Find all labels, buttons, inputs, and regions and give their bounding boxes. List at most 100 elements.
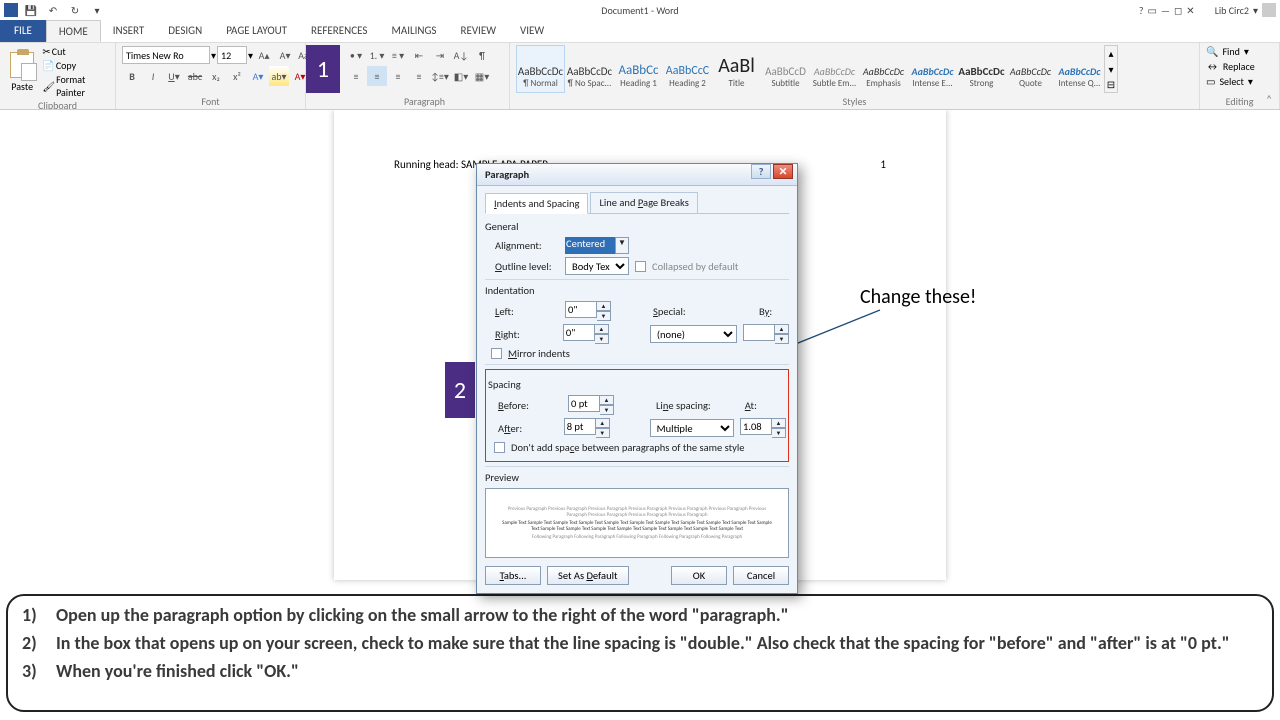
- account-dropdown-icon[interactable]: ▾: [1253, 4, 1258, 17]
- style-emphasis[interactable]: AaBbCcDcEmphasis: [859, 45, 908, 93]
- account-name[interactable]: Lib Circ2: [1215, 4, 1249, 17]
- help-icon[interactable]: ?: [1139, 4, 1144, 17]
- styles-more-icon[interactable]: ⊟: [1105, 77, 1117, 92]
- sort-icon[interactable]: A↓: [451, 45, 471, 65]
- before-input[interactable]: [568, 395, 600, 412]
- style-heading-2[interactable]: AaBbCcCHeading 2: [663, 45, 712, 93]
- font-family-dropdown-icon[interactable]: ▾: [211, 49, 216, 62]
- styles-gallery[interactable]: AaBbCcDc¶ NormalAaBbCcDc¶ No Spac...AaBb…: [516, 45, 1104, 93]
- alignment-dropdown-icon[interactable]: ▼: [615, 237, 629, 254]
- italic-button[interactable]: I: [143, 66, 163, 86]
- qat-dropdown-icon[interactable]: ▾: [88, 1, 106, 19]
- after-label: After:: [498, 422, 558, 435]
- style-quote[interactable]: AaBbCcDcQuote: [1006, 45, 1055, 93]
- style-title[interactable]: AaBlTitle: [712, 45, 761, 93]
- underline-button[interactable]: U▾: [164, 66, 184, 86]
- align-right-icon[interactable]: ≡: [388, 66, 408, 86]
- style--no-spac-[interactable]: AaBbCcDc¶ No Spac...: [565, 45, 614, 93]
- minimize-icon[interactable]: —: [1161, 4, 1170, 17]
- at-input[interactable]: [740, 418, 772, 435]
- style-subtitle[interactable]: AaBbCcDSubtitle: [761, 45, 810, 93]
- dialog-close-icon[interactable]: ✕: [773, 164, 793, 179]
- style--normal[interactable]: AaBbCcDc¶ Normal: [516, 45, 565, 93]
- tab-page-layout[interactable]: PAGE LAYOUT: [214, 20, 299, 42]
- outline-select[interactable]: Body Text: [565, 257, 629, 275]
- style-heading-1[interactable]: AaBbCcHeading 1: [614, 45, 663, 93]
- format-painter-button[interactable]: 🖌 Format Painter: [42, 73, 109, 99]
- mirror-checkbox[interactable]: [491, 348, 502, 359]
- dialog-tab-breaks[interactable]: Line and Page Breaks: [590, 192, 697, 213]
- bullets-icon[interactable]: • ▾: [346, 45, 366, 65]
- find-button[interactable]: 🔍 Find ▾: [1206, 45, 1249, 58]
- maximize-icon[interactable]: ◻: [1174, 4, 1182, 17]
- strike-button[interactable]: abc: [185, 66, 205, 86]
- after-input[interactable]: [564, 418, 596, 435]
- tab-mailings[interactable]: MAILINGS: [379, 20, 448, 42]
- borders-icon[interactable]: ▦▾: [472, 66, 492, 86]
- collapse-ribbon-icon[interactable]: ˄: [1266, 93, 1272, 105]
- no-space-checkbox[interactable]: [494, 442, 505, 453]
- collapsed-checkbox[interactable]: [635, 261, 646, 272]
- tab-references[interactable]: REFERENCES: [299, 20, 379, 42]
- highlight-icon[interactable]: ab▾: [269, 66, 289, 86]
- select-button[interactable]: ▭ Select ▾: [1206, 75, 1253, 88]
- ok-button[interactable]: OK: [671, 566, 727, 585]
- style-strong[interactable]: AaBbCcDcStrong: [957, 45, 1006, 93]
- tab-file[interactable]: FILE: [0, 20, 46, 42]
- line-spacing-select[interactable]: Multiple: [650, 419, 734, 437]
- tab-view[interactable]: VIEW: [508, 20, 556, 42]
- cancel-button[interactable]: Cancel: [733, 566, 789, 585]
- increase-indent-icon[interactable]: ⇥: [430, 45, 450, 65]
- tabs-button[interactable]: Tabs...: [485, 566, 541, 585]
- font-family-select[interactable]: [122, 46, 210, 64]
- justify-icon[interactable]: ≡: [409, 66, 429, 86]
- line-spacing-icon[interactable]: ↕≡▾: [430, 66, 450, 86]
- preview-box: Previous Paragraph Previous Paragraph Pr…: [485, 488, 789, 558]
- special-select[interactable]: (none): [650, 325, 737, 343]
- style-subtle-em-[interactable]: AaBbCcDcSubtle Em...: [810, 45, 859, 93]
- tab-review[interactable]: REVIEW: [448, 20, 508, 42]
- alignment-select[interactable]: Centered: [565, 237, 615, 254]
- spin-up-icon[interactable]: ▲: [597, 301, 611, 311]
- font-size-select[interactable]: [217, 46, 247, 64]
- shading-icon[interactable]: ◧▾: [451, 66, 471, 86]
- dialog-help-icon[interactable]: ?: [751, 164, 771, 179]
- ribbon-display-icon[interactable]: ▭: [1147, 4, 1156, 17]
- tab-insert[interactable]: INSERT: [101, 20, 157, 42]
- show-marks-icon[interactable]: ¶: [472, 45, 492, 65]
- bold-button[interactable]: B: [122, 66, 142, 86]
- tab-home[interactable]: HOME: [46, 20, 101, 42]
- align-left-icon[interactable]: ≡: [346, 66, 366, 86]
- superscript-button[interactable]: x²: [227, 66, 247, 86]
- cut-button[interactable]: ✂ Cut: [42, 45, 109, 58]
- dialog-tab-indents[interactable]: IIndents and Spacingndents and Spacing: [485, 193, 588, 214]
- save-icon[interactable]: 💾: [22, 1, 40, 19]
- style-intense-e-[interactable]: AaBbCcDcIntense E...: [908, 45, 957, 93]
- copy-button[interactable]: 📄 Copy: [42, 59, 109, 72]
- multilevel-icon[interactable]: ≡ ▾: [388, 45, 408, 65]
- by-input[interactable]: [743, 324, 775, 341]
- indent-right-input[interactable]: [563, 324, 595, 341]
- subscript-button[interactable]: x₂: [206, 66, 226, 86]
- styles-scroll-up-icon[interactable]: ▴: [1105, 46, 1117, 61]
- style-intense-q-[interactable]: AaBbCcDcIntense Q...: [1055, 45, 1104, 93]
- paste-button[interactable]: Paste: [6, 45, 38, 93]
- numbering-icon[interactable]: 1. ▾: [367, 45, 387, 65]
- font-size-dropdown-icon[interactable]: ▾: [248, 49, 253, 62]
- avatar-icon[interactable]: [1262, 3, 1276, 17]
- indent-left-input[interactable]: [565, 301, 597, 318]
- align-center-icon[interactable]: ≡: [367, 66, 387, 86]
- replace-button[interactable]: ↔ Replace: [1206, 60, 1255, 73]
- spin-down-icon[interactable]: ▼: [597, 311, 611, 321]
- dialog-title-bar[interactable]: Paragraph ? ✕: [477, 164, 797, 186]
- text-effects-icon[interactable]: A▾: [248, 66, 268, 86]
- tab-design[interactable]: DESIGN: [156, 20, 214, 42]
- decrease-indent-icon[interactable]: ⇤: [409, 45, 429, 65]
- close-icon[interactable]: ✕: [1186, 4, 1194, 17]
- grow-font-icon[interactable]: A▴: [254, 45, 274, 65]
- set-default-button[interactable]: Set As Default: [547, 566, 629, 585]
- undo-icon[interactable]: ↶: [44, 1, 62, 19]
- redo-icon[interactable]: ↻: [66, 1, 84, 19]
- shrink-font-icon[interactable]: A▾: [275, 45, 295, 65]
- styles-scroll-down-icon[interactable]: ▾: [1105, 62, 1117, 77]
